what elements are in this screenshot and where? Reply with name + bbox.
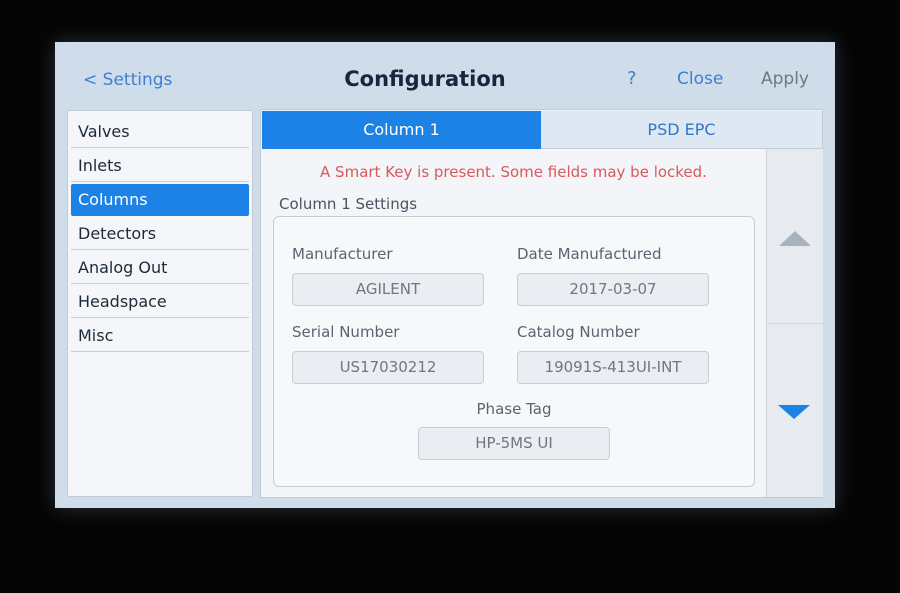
tab-column-1[interactable]: Column 1 — [262, 111, 541, 149]
sidebar-item-misc[interactable]: Misc — [71, 320, 249, 352]
manufacturer-label: Manufacturer — [292, 245, 393, 263]
apply-button[interactable]: Apply — [761, 69, 809, 89]
sidebar-item-analog-out[interactable]: Analog Out — [71, 252, 249, 284]
phase-tag-label: Phase Tag — [476, 400, 552, 418]
device-screen: < Settings Configuration ? Close Apply V… — [55, 42, 835, 508]
phase-tag-field[interactable]: HP-5MS UI — [418, 427, 610, 460]
tab-psd-epc[interactable]: PSD EPC — [541, 111, 822, 149]
sidebar: Valves Inlets Columns Detectors Analog O… — [67, 110, 253, 497]
scroll-divider — [767, 323, 824, 324]
scroll-column — [766, 149, 824, 497]
smart-key-warning: A Smart Key is present. Some fields may … — [320, 163, 707, 181]
section-title: Column 1 Settings — [279, 195, 418, 213]
date-manufactured-field[interactable]: 2017-03-07 — [517, 273, 709, 306]
settings-content: A Smart Key is present. Some fields may … — [262, 149, 765, 497]
help-button[interactable]: ? — [627, 68, 637, 89]
column-settings-group: Manufacturer AGILENT Date Manufactured 2… — [273, 216, 755, 487]
catalog-number-label: Catalog Number — [517, 323, 640, 341]
main-panel: Column 1 PSD EPC A Smart Key is present.… — [260, 109, 824, 498]
header-bar: < Settings Configuration ? Close Apply — [55, 42, 835, 108]
scroll-down-icon[interactable] — [778, 405, 810, 419]
sidebar-item-columns[interactable]: Columns — [71, 184, 249, 216]
serial-number-label: Serial Number — [292, 323, 400, 341]
scroll-up-icon[interactable] — [779, 231, 811, 246]
serial-number-field[interactable]: US17030212 — [292, 351, 484, 384]
close-button[interactable]: Close — [677, 69, 723, 89]
date-manufactured-label: Date Manufactured — [517, 245, 662, 263]
sidebar-item-detectors[interactable]: Detectors — [71, 218, 249, 250]
sidebar-item-headspace[interactable]: Headspace — [71, 286, 249, 318]
manufacturer-field[interactable]: AGILENT — [292, 273, 484, 306]
catalog-number-field[interactable]: 19091S-413UI-INT — [517, 351, 709, 384]
sidebar-item-inlets[interactable]: Inlets — [71, 150, 249, 182]
sidebar-item-valves[interactable]: Valves — [71, 116, 249, 148]
